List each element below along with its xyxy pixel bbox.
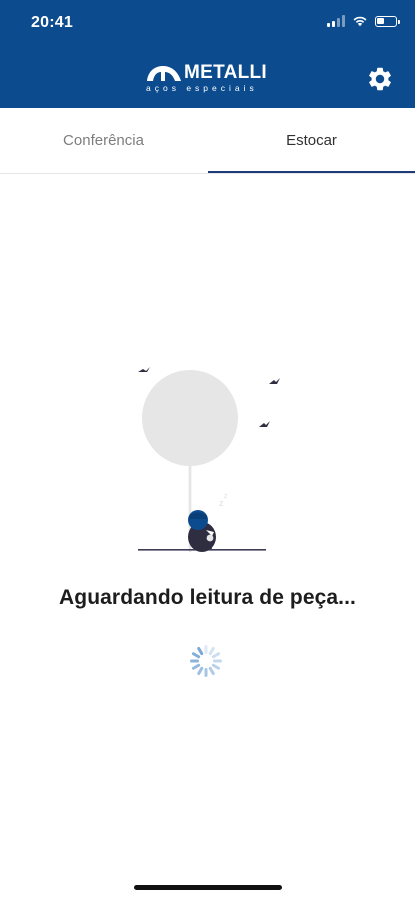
- tab-estocar[interactable]: Estocar: [208, 108, 415, 173]
- loading-spinner-icon: [190, 645, 222, 677]
- spinner-spoke: [204, 668, 208, 677]
- spinner-spoke: [208, 666, 215, 676]
- spinner-spoke: [208, 646, 215, 656]
- spinner-spoke: [191, 663, 201, 670]
- signal-icon: [327, 15, 345, 27]
- gear-icon: [369, 67, 391, 91]
- bird-icon: [259, 421, 270, 427]
- status-time: 20:41: [31, 14, 73, 31]
- waiting-message: Aguardando leitura de peça...: [59, 586, 356, 609]
- active-tab-indicator: [208, 171, 415, 173]
- logo-tagline: aços especiais: [146, 83, 258, 93]
- spinner-spoke: [213, 659, 222, 663]
- spinner-spoke: [197, 666, 204, 676]
- svg-text:z: z: [224, 493, 228, 500]
- metalli-logo: METALLI aços especiais: [146, 62, 270, 98]
- status-icons: [327, 15, 400, 27]
- logo-mark-icon: [147, 66, 181, 81]
- logo-name: METALLI: [184, 62, 268, 83]
- settings-button[interactable]: [366, 65, 394, 93]
- home-indicator[interactable]: [134, 885, 282, 890]
- bird-icon: [269, 378, 280, 384]
- battery-icon: [375, 15, 400, 27]
- bird-icon: [138, 367, 150, 372]
- app-header: 20:41 METALLI aços especiais: [0, 0, 415, 108]
- status-bar: 20:41: [0, 0, 415, 48]
- tab-bar: Conferência Estocar: [0, 108, 415, 174]
- spinner-spoke: [191, 652, 201, 659]
- tab-conferencia[interactable]: Conferência: [0, 108, 207, 173]
- spinner-spoke: [190, 659, 199, 663]
- spinner-spoke: [211, 663, 221, 670]
- wifi-icon: [353, 16, 367, 27]
- spinner-spoke: [197, 646, 204, 656]
- waiting-illustration: z z: [138, 367, 280, 552]
- spinner-spoke: [204, 645, 208, 654]
- spinner-spoke: [211, 652, 221, 659]
- tree-canopy: [142, 370, 238, 466]
